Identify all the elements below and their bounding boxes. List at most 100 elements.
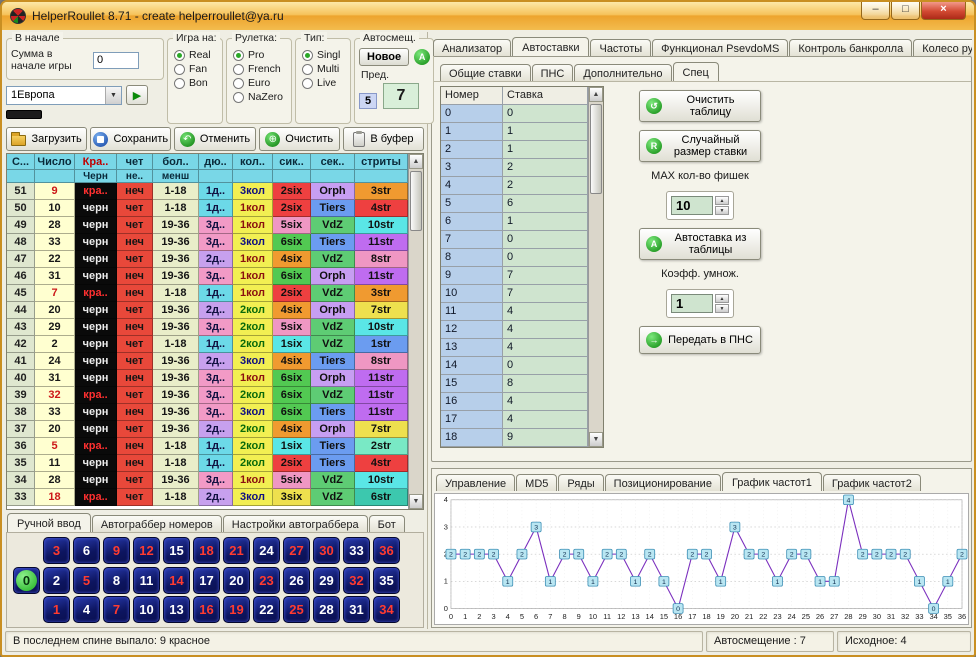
table-row[interactable]: 4420чернчет19-362д..2кол4sixOrph7str bbox=[7, 302, 408, 319]
autobet-button[interactable]: A Автоставка из таблицы bbox=[639, 228, 761, 260]
toolbar-undo-button[interactable]: ↶Отменить bbox=[174, 127, 255, 151]
table-row[interactable]: 3720чернчет19-362д..2кол4sixOrph7str bbox=[7, 421, 408, 438]
bet-row[interactable]: 70 bbox=[441, 231, 588, 249]
scroll-thumb[interactable] bbox=[590, 104, 602, 194]
table-row[interactable]: 4124чернчет19-362д..3кол4sixTiers8str bbox=[7, 353, 408, 370]
scroll-up-icon[interactable]: ▲ bbox=[589, 87, 603, 102]
number-button-26[interactable]: 26 bbox=[283, 567, 310, 594]
radio-pro[interactable]: Pro bbox=[233, 49, 288, 61]
scroll-up-icon[interactable]: ▲ bbox=[409, 154, 423, 169]
radio-fan[interactable]: Fan bbox=[174, 63, 219, 75]
maximize-button[interactable]: □ bbox=[891, 2, 920, 20]
bet-row[interactable]: 11 bbox=[441, 123, 588, 141]
number-button-36[interactable]: 36 bbox=[373, 537, 400, 564]
tab-special[interactable]: Спец bbox=[673, 62, 719, 81]
bet-row[interactable]: 174 bbox=[441, 411, 588, 429]
table-row[interactable]: 5010чернчет1-181д..1кол2sixTiers4str bbox=[7, 200, 408, 217]
radio-live[interactable]: Live bbox=[302, 77, 347, 89]
table-row[interactable]: 3833черннеч19-363д..3кол6sixTiers11str bbox=[7, 404, 408, 421]
scroll-down-icon[interactable]: ▼ bbox=[409, 494, 423, 509]
tab-grabber-settings[interactable]: Настройки автограббера bbox=[223, 515, 368, 532]
number-button-13[interactable]: 13 bbox=[163, 596, 190, 623]
number-button-14[interactable]: 14 bbox=[163, 567, 190, 594]
number-button-20[interactable]: 20 bbox=[223, 567, 250, 594]
table-row[interactable]: 3428чернчет19-363д..1кол5sixVdZ10str bbox=[7, 472, 408, 489]
table-row[interactable]: 4631черннеч19-363д..1кол6sixOrph11str bbox=[7, 268, 408, 285]
number-button-27[interactable]: 27 bbox=[283, 537, 310, 564]
number-button-15[interactable]: 15 bbox=[163, 537, 190, 564]
number-button-5[interactable]: 5 bbox=[73, 567, 100, 594]
number-button-19[interactable]: 19 bbox=[223, 596, 250, 623]
table-row[interactable]: 4928чернчет19-363д..1кол5sixVdZ10str bbox=[7, 217, 408, 234]
radio-french[interactable]: French bbox=[233, 63, 288, 75]
number-button-16[interactable]: 16 bbox=[193, 596, 220, 623]
coef-up-icon[interactable]: ▲ bbox=[715, 294, 729, 303]
tab-number-grabber[interactable]: Автограббер номеров bbox=[92, 515, 222, 532]
table-row[interactable]: 4833черннеч19-363д..3кол6sixTiers11str bbox=[7, 234, 408, 251]
toolbar-folder-button[interactable]: Загрузить bbox=[6, 127, 87, 151]
coef-down-icon[interactable]: ▼ bbox=[715, 304, 729, 313]
number-button-24[interactable]: 24 bbox=[253, 537, 280, 564]
radio-singl[interactable]: Singl bbox=[302, 49, 347, 61]
number-button-2[interactable]: 2 bbox=[43, 567, 70, 594]
tab-positioning[interactable]: Позиционирование bbox=[605, 474, 721, 491]
spins-table-scrollbar[interactable]: ▲▼ bbox=[408, 154, 423, 509]
number-button-21[interactable]: 21 bbox=[223, 537, 250, 564]
table-row[interactable]: 4329черннеч19-363д..2кол5sixVdZ10str bbox=[7, 319, 408, 336]
max-chips-input[interactable]: 10 bbox=[671, 196, 713, 215]
bet-row[interactable]: 80 bbox=[441, 249, 588, 267]
bet-row[interactable]: 164 bbox=[441, 393, 588, 411]
number-button-8[interactable]: 8 bbox=[103, 567, 130, 594]
toolbar-clipboard-button[interactable]: В буфер bbox=[343, 127, 424, 151]
random-size-button[interactable]: R Случайный размер ставки bbox=[639, 130, 761, 162]
scroll-thumb[interactable] bbox=[410, 171, 422, 231]
clear-table-button[interactable]: ↺ Очистить таблицу bbox=[639, 90, 761, 122]
table-row[interactable]: 365кра..неч1-181д..2кол1sixTiers2str bbox=[7, 438, 408, 455]
scroll-down-icon[interactable]: ▼ bbox=[589, 432, 603, 447]
number-button-12[interactable]: 12 bbox=[133, 537, 160, 564]
number-button-11[interactable]: 11 bbox=[133, 567, 160, 594]
number-button-30[interactable]: 30 bbox=[313, 537, 340, 564]
tab-bankroll[interactable]: Контроль банкролла bbox=[789, 39, 912, 56]
bet-row[interactable]: 114 bbox=[441, 303, 588, 321]
tab-freq-chart2[interactable]: График частот2 bbox=[823, 474, 921, 491]
tab-wheel[interactable]: Колесо ру bbox=[913, 39, 972, 56]
number-button-10[interactable]: 10 bbox=[133, 596, 160, 623]
minimize-button[interactable]: – bbox=[861, 2, 890, 20]
bet-row[interactable]: 140 bbox=[441, 357, 588, 375]
start-sum-input[interactable] bbox=[93, 52, 139, 69]
bet-row[interactable]: 189 bbox=[441, 429, 588, 447]
number-button-3[interactable]: 3 bbox=[43, 537, 70, 564]
number-button-0[interactable]: 0 bbox=[13, 567, 40, 594]
number-button-35[interactable]: 35 bbox=[373, 567, 400, 594]
table-row[interactable]: 457кра..неч1-181д..1кол2sixVdZ3str bbox=[7, 285, 408, 302]
bet-row[interactable]: 21 bbox=[441, 141, 588, 159]
number-button-17[interactable]: 17 bbox=[193, 567, 220, 594]
table-row[interactable]: 3511черннеч1-181д..2кол2sixTiers4str bbox=[7, 455, 408, 472]
table-row[interactable]: 4722чернчет19-362д..1кол4sixVdZ8str bbox=[7, 251, 408, 268]
tab-pns[interactable]: ПНС bbox=[532, 64, 574, 81]
tab-bot[interactable]: Бот bbox=[369, 515, 405, 532]
bet-row[interactable]: 134 bbox=[441, 339, 588, 357]
tab-psevdoms[interactable]: Функционал PsevdoMS bbox=[652, 39, 788, 56]
number-button-22[interactable]: 22 bbox=[253, 596, 280, 623]
max-chips-up-icon[interactable]: ▲ bbox=[715, 196, 729, 205]
bet-row[interactable]: 124 bbox=[441, 321, 588, 339]
table-row[interactable]: 422чернчет1-181д..2кол1sixVdZ1str bbox=[7, 336, 408, 353]
radio-real[interactable]: Real bbox=[174, 49, 219, 61]
number-button-31[interactable]: 31 bbox=[343, 596, 370, 623]
table-row[interactable]: 4031черннеч19-363д..1кол6sixOrph11str bbox=[7, 370, 408, 387]
number-button-6[interactable]: 6 bbox=[73, 537, 100, 564]
tab-control[interactable]: Управление bbox=[436, 474, 515, 491]
toolbar-save-button[interactable]: Сохранить bbox=[90, 127, 171, 151]
bet-row[interactable]: 61 bbox=[441, 213, 588, 231]
bet-row[interactable]: 56 bbox=[441, 195, 588, 213]
number-button-23[interactable]: 23 bbox=[253, 567, 280, 594]
tab-frequencies[interactable]: Частоты bbox=[590, 39, 651, 56]
number-button-4[interactable]: 4 bbox=[73, 596, 100, 623]
bet-table-scrollbar[interactable]: ▲▼ bbox=[588, 87, 603, 447]
bet-row[interactable]: 97 bbox=[441, 267, 588, 285]
new-button[interactable]: Новое bbox=[359, 48, 409, 66]
title-bar[interactable]: HelperRoullet 8.71 - create helperroulle… bbox=[2, 2, 974, 30]
coef-input[interactable]: 1 bbox=[671, 294, 713, 313]
